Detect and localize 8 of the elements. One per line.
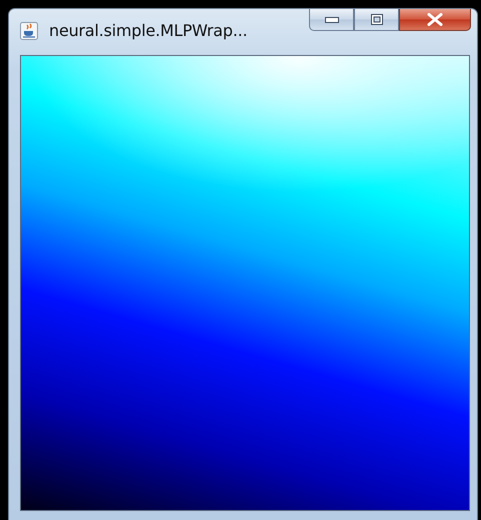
minimize-icon (324, 16, 338, 22)
close-icon (427, 13, 443, 26)
maximize-button[interactable] (354, 9, 399, 31)
window-title: neural.simple.MLPWrap... (49, 21, 248, 40)
minimize-button[interactable] (309, 9, 354, 31)
coffee-cup-icon (20, 22, 38, 40)
close-button[interactable] (399, 9, 471, 31)
maximize-icon (370, 14, 382, 25)
